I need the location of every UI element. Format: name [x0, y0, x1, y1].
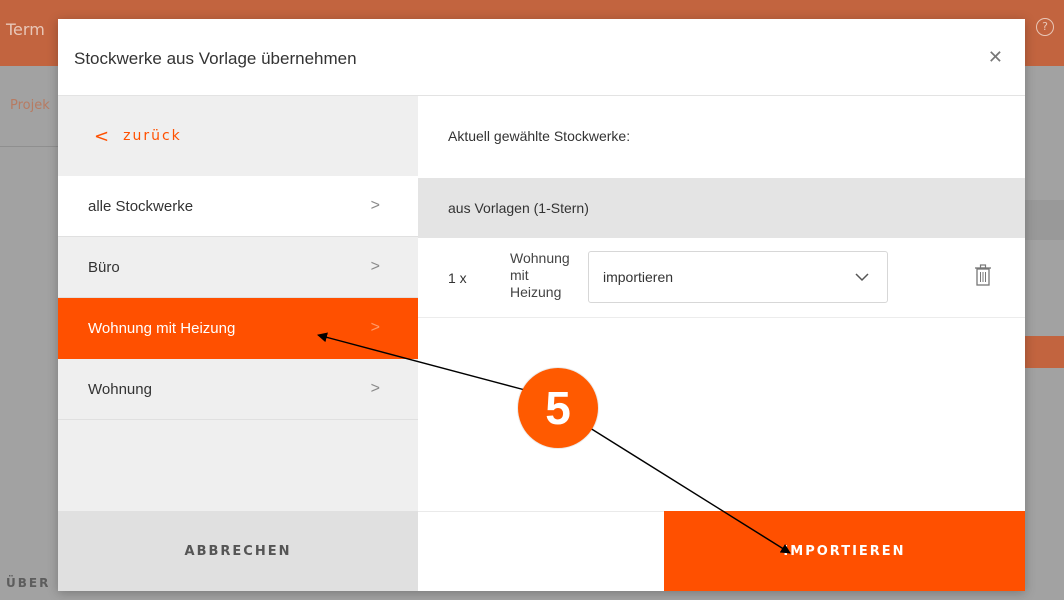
app-title: Term	[6, 20, 45, 39]
floor-name: Wohnung mit Heizung	[510, 250, 570, 300]
selected-floor-row: 1 x Wohnung mit Heizung importieren	[418, 238, 1025, 318]
chevron-down-icon	[855, 272, 869, 281]
question-circle-icon[interactable]: ?	[1036, 18, 1054, 36]
chevron-left-icon: <	[94, 125, 110, 147]
chevron-right-icon: >	[370, 258, 380, 275]
close-icon[interactable]: ✕	[988, 47, 1003, 68]
group-label: aus Vorlagen (1-Stern)	[448, 200, 589, 216]
category-item-apartment-with-heating[interactable]: Wohnung mit Heizung >	[58, 298, 418, 359]
back-label: zurück	[123, 128, 182, 144]
breadcrumb: Projek	[10, 98, 50, 113]
chevron-right-icon: >	[370, 380, 380, 397]
template-category-panel: < zurück alle Stockwerke > Büro > Wohnun…	[58, 96, 418, 511]
floor-quantity: 1 x	[448, 270, 467, 286]
category-label: Wohnung mit Heizung	[88, 319, 236, 337]
cancel-button[interactable]: ABBRECHEN	[58, 511, 418, 591]
category-label: Büro	[88, 258, 120, 276]
step-number-badge: 5	[518, 368, 598, 448]
footer-spacer	[418, 511, 664, 591]
category-item-all-floors[interactable]: alle Stockwerke >	[58, 176, 418, 237]
import-button[interactable]: IMPORTIEREN	[664, 511, 1025, 591]
back-button[interactable]: < zurück	[58, 96, 418, 176]
import-floors-modal: Stockwerke aus Vorlage übernehmen ✕ < zu…	[58, 19, 1025, 591]
background-panel	[1024, 200, 1064, 240]
template-group-header: aus Vorlagen (1-Stern)	[418, 178, 1025, 238]
modal-footer: ABBRECHEN IMPORTIEREN	[58, 511, 1025, 591]
background-button	[1024, 336, 1064, 368]
chevron-right-icon: >	[370, 319, 380, 336]
category-item-apartment[interactable]: Wohnung >	[58, 359, 418, 420]
import-mode-select[interactable]: importieren	[588, 251, 888, 303]
trash-icon[interactable]	[974, 264, 992, 286]
modal-header: Stockwerke aus Vorlage übernehmen ✕	[58, 19, 1025, 96]
selected-floors-heading: Aktuell gewählte Stockwerke:	[448, 128, 631, 144]
category-label: Wohnung	[88, 380, 152, 398]
category-item-office[interactable]: Büro >	[58, 237, 418, 298]
modal-title: Stockwerke aus Vorlage übernehmen	[74, 49, 357, 68]
category-label: alle Stockwerke	[88, 197, 194, 215]
selected-floors-panel: Aktuell gewählte Stockwerke: aus Vorlage…	[418, 96, 1025, 511]
select-value: importieren	[603, 269, 674, 285]
divider	[0, 146, 60, 147]
background-footer-label: ÜBER	[6, 576, 51, 590]
chevron-right-icon: >	[370, 197, 380, 214]
